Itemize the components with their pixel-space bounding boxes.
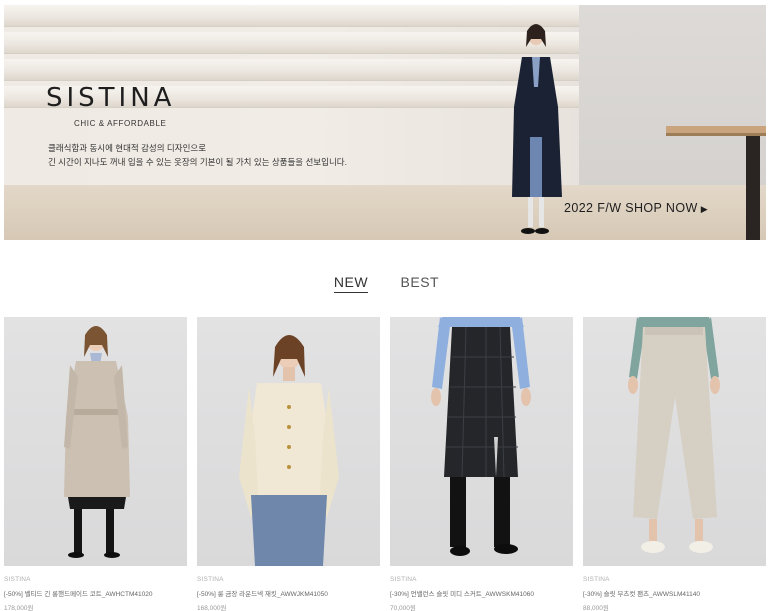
product-tabs: NEW BEST	[0, 274, 773, 294]
shop-now-link[interactable]: 2022 F/W SHOP NOW ▶	[564, 201, 708, 215]
product-image[interactable]	[390, 317, 573, 566]
product-price: 88,000원	[583, 605, 609, 611]
hero-table-top	[666, 126, 766, 136]
product-brand: SISTINA	[390, 576, 417, 583]
hero-brand-title: SISTINA	[46, 83, 176, 113]
product-price: 178,000원	[4, 605, 34, 611]
hero-brand-block: SISTINA CHIC & AFFORDABLE	[46, 83, 176, 128]
product-name[interactable]: [-50%] 룽 금장 라운드넥 재킷_AWWJKM41050	[197, 588, 380, 598]
product-image[interactable]	[197, 317, 380, 566]
coat-model-illustration	[64, 326, 130, 558]
product-name[interactable]: [-30%] 슬릿 부츠컷 팬츠_AWWSLM41140	[583, 588, 766, 598]
product-price: 70,000원	[390, 605, 416, 611]
hero-description: 클래식함과 동시에 현대적 감성의 디자인으로 긴 시간이 지나도 꺼내 입을 …	[48, 141, 347, 169]
pants-model-illustration	[628, 317, 720, 553]
product-card[interactable]: SISTINA [-50%] 룽 금장 라운드넥 재킷_AWWJKM41050 …	[197, 317, 380, 611]
product-image[interactable]	[583, 317, 766, 566]
hero-wall-right	[579, 5, 766, 195]
product-card[interactable]: SISTINA [-30%] 언밸런스 슬릿 미디 스커트_AWWSKM4106…	[390, 317, 573, 611]
hero-description-line-2: 긴 시간이 지나도 꺼내 입을 수 있는 옷장의 기본이 될 가치 있는 상품들…	[48, 157, 347, 167]
hero-banner[interactable]: SISTINA CHIC & AFFORDABLE 클래식함과 동시에 현대적 …	[4, 5, 766, 240]
shop-now-label: 2022 F/W SHOP NOW	[564, 201, 698, 215]
skirt-model-illustration	[431, 317, 531, 556]
jacket-model-illustration	[239, 335, 339, 566]
product-brand: SISTINA	[583, 576, 610, 583]
product-name[interactable]: [-50%] 벨티드 긴 롱핸드메이드 코트_AWHCTM41020	[4, 588, 187, 598]
product-image[interactable]	[4, 317, 187, 566]
tab-best[interactable]: BEST	[401, 274, 440, 292]
hero-table-leg	[746, 136, 760, 240]
product-card[interactable]: SISTINA [-30%] 슬릿 부츠컷 팬츠_AWWSLM41140 88,…	[583, 317, 766, 611]
product-brand: SISTINA	[197, 576, 224, 583]
tab-new[interactable]: NEW	[333, 274, 369, 293]
hero-model-image	[512, 24, 562, 234]
play-arrow-icon: ▶	[700, 204, 709, 214]
product-price: 168,000원	[197, 605, 227, 611]
hero-description-line-1: 클래식함과 동시에 현대적 감성의 디자인으로	[48, 143, 207, 153]
hero-tagline: CHIC & AFFORDABLE	[74, 119, 167, 128]
product-card[interactable]: SISTINA [-50%] 벨티드 긴 롱핸드메이드 코트_AWHCTM410…	[4, 317, 187, 611]
product-name[interactable]: [-30%] 언밸런스 슬릿 미디 스커트_AWWSKM41060	[390, 588, 573, 598]
product-brand: SISTINA	[4, 576, 31, 583]
